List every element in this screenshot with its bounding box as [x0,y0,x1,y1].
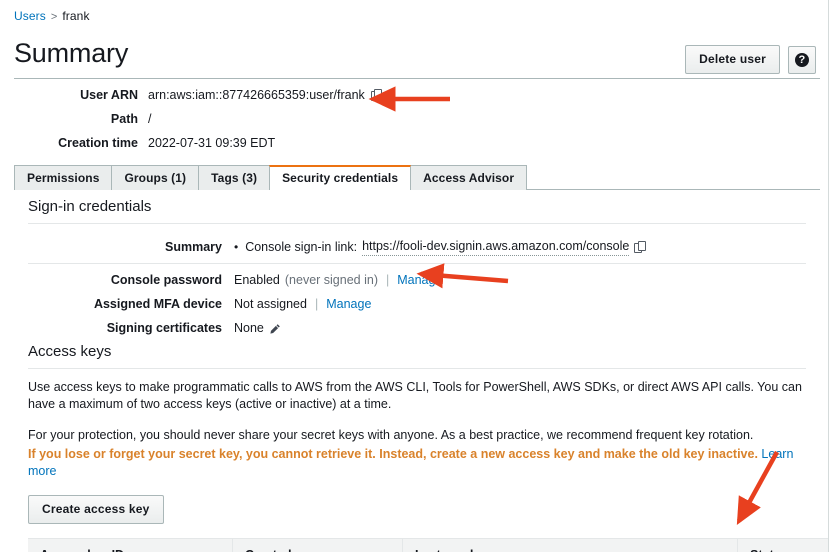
console-password-value-group: Enabled (never signed in) | Manage [234,272,442,289]
user-summary-details: User ARN arn:aws:iam::877426665359:user/… [0,87,828,159]
path-label: Path [110,112,138,126]
tab-groups[interactable]: Groups (1) [111,165,200,190]
console-sign-in-link-copy-icon[interactable] [634,241,646,253]
mfa-device-label: Assigned MFA device [93,297,222,311]
delete-user-button[interactable]: Delete user [685,45,780,74]
cred-row-mfa-device: Assigned MFA device Not assigned | Manag… [28,296,806,320]
signing-certificates-status: None [234,321,264,335]
summary-row-label: Summary [165,239,222,254]
signing-certificates-label: Signing certificates [106,321,222,335]
user-arn-copy-icon[interactable] [370,89,383,101]
console-sign-in-link-url[interactable]: https://fooli-dev.signin.aws.amazon.com/… [362,238,630,256]
mfa-device-manage-link[interactable]: Manage [326,296,371,313]
console-password-status: Enabled [234,273,280,287]
access-keys-section: Access keys Use access keys to make prog… [28,342,828,552]
cred-row-summary: Summary • Console sign-in link: https://… [28,238,806,264]
table-header-row: Access key ID Created Last used Status [28,538,828,552]
access-keys-warning-line: If you lose or forget your secret key, y… [28,446,806,480]
signing-certificates-value-group: None [234,320,281,337]
tab-access-advisor[interactable]: Access Advisor [410,165,528,190]
breadcrumb: Users > frank [14,8,90,25]
tab-security-credentials[interactable]: Security credentials [269,165,412,191]
column-header-access-key-id: Access key ID [28,538,233,552]
console-password-pipe: | [385,273,390,287]
create-access-key-button[interactable]: Create access key [28,495,164,524]
access-keys-paragraph-1: Use access keys to make programmatic cal… [28,380,802,411]
mfa-device-value-group: Not assigned | Manage [234,296,371,313]
column-header-created: Created [232,538,403,552]
detail-row-creation-time: Creation time 2022-07-31 09:39 EDT [0,135,828,151]
mfa-device-pipe: | [314,297,319,311]
access-keys-heading: Access keys [28,343,112,360]
page-actions: Delete user ? [685,45,816,74]
breadcrumb-link-users[interactable]: Users [14,9,46,23]
user-arn-value: arn:aws:iam::877426665359:user/frank [148,88,365,102]
access-keys-warning-text: If you lose or forget your secret key, y… [28,447,758,461]
sign-in-credentials-divider [28,223,806,224]
creation-time-value: 2022-07-31 09:39 EDT [148,136,276,150]
breadcrumb-separator: > [50,11,58,23]
cred-row-signing-certificates: Signing certificates None [28,320,806,344]
detail-row-user-arn: User ARN arn:aws:iam::877426665359:user/… [0,87,828,103]
tab-bar: Permissions Groups (1) Tags (3) Security… [14,165,820,191]
access-keys-divider [28,368,806,369]
title-divider [14,78,820,79]
help-button[interactable]: ? [788,45,816,74]
user-arn-value-group: arn:aws:iam::877426665359:user/frank [148,87,383,103]
console-sign-in-link-prefix: Console sign-in link: [245,239,358,254]
access-keys-table-head: Access key ID Created Last used Status [28,538,828,552]
console-password-label: Console password [110,273,222,287]
page-title: Summary [14,38,129,68]
mfa-device-status: Not assigned [234,297,307,311]
create-access-key-wrap: Create access key [28,495,806,524]
console-password-manage-link[interactable]: Manage [397,272,442,289]
breadcrumb-current-frank: frank [62,9,90,23]
access-keys-table: Access key ID Created Last used Status A… [28,538,828,552]
question-mark-icon: ? [795,52,809,67]
access-keys-paragraph-2: For your protection, you should never sh… [28,428,754,442]
console-password-note: (never signed in) [284,273,378,287]
sign-in-credentials-section: Sign-in credentials Summary • Console si… [28,197,806,344]
tab-permissions[interactable]: Permissions [14,165,113,190]
column-header-status: Status [737,538,828,552]
cred-row-console-password: Console password Enabled (never signed i… [28,272,806,296]
sign-in-credentials-heading: Sign-in credentials [28,198,152,215]
column-header-last-used: Last used [402,538,738,552]
pencil-icon[interactable] [269,323,281,335]
summary-row-value: • Console sign-in link: https://fooli-de… [234,238,646,256]
path-value: / [148,112,152,126]
iam-user-summary-page: Users > frank Summary Delete user ? User A… [0,0,829,552]
sign-in-credentials-list: Summary • Console sign-in link: https://… [28,238,806,344]
tab-tags[interactable]: Tags (3) [198,165,271,190]
creation-time-label: Creation time [58,136,138,150]
detail-row-path: Path / [0,111,828,127]
bullet-icon: • [234,239,239,254]
user-arn-label: User ARN [80,88,138,102]
